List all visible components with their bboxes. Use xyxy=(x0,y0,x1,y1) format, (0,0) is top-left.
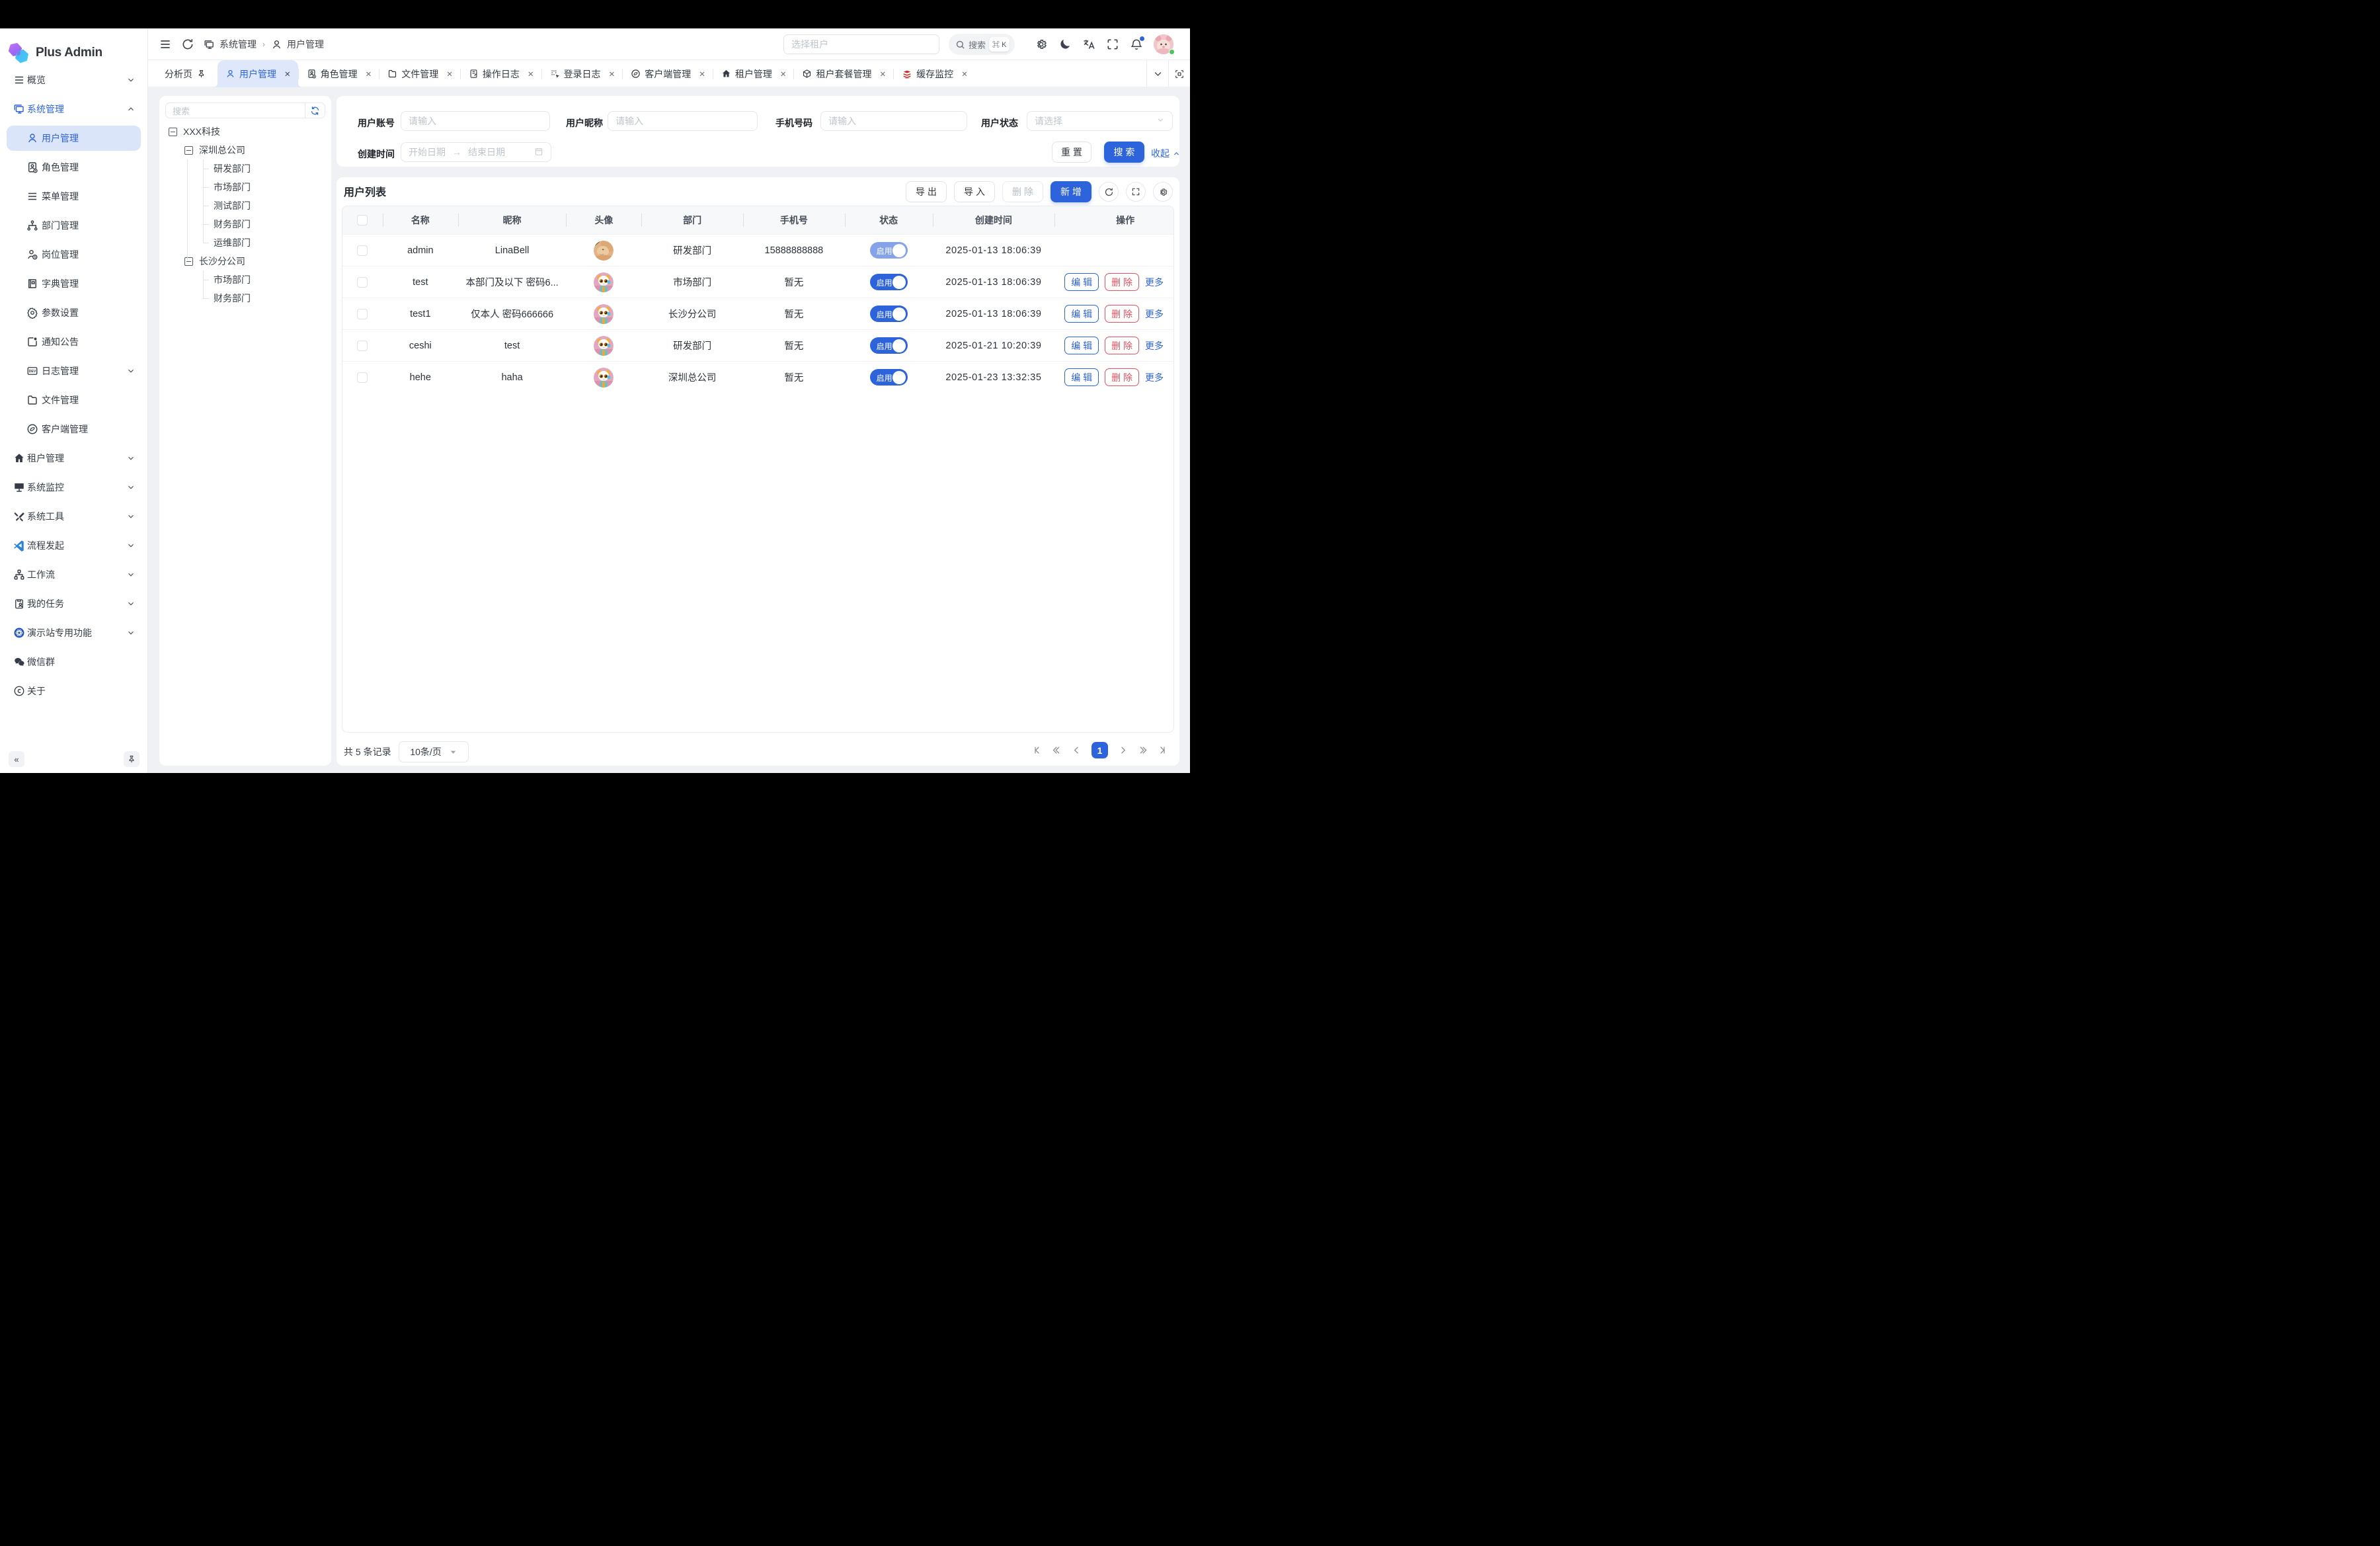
svg-text:redis: redis xyxy=(905,77,910,79)
svg-text:DEV: DEV xyxy=(29,370,36,374)
